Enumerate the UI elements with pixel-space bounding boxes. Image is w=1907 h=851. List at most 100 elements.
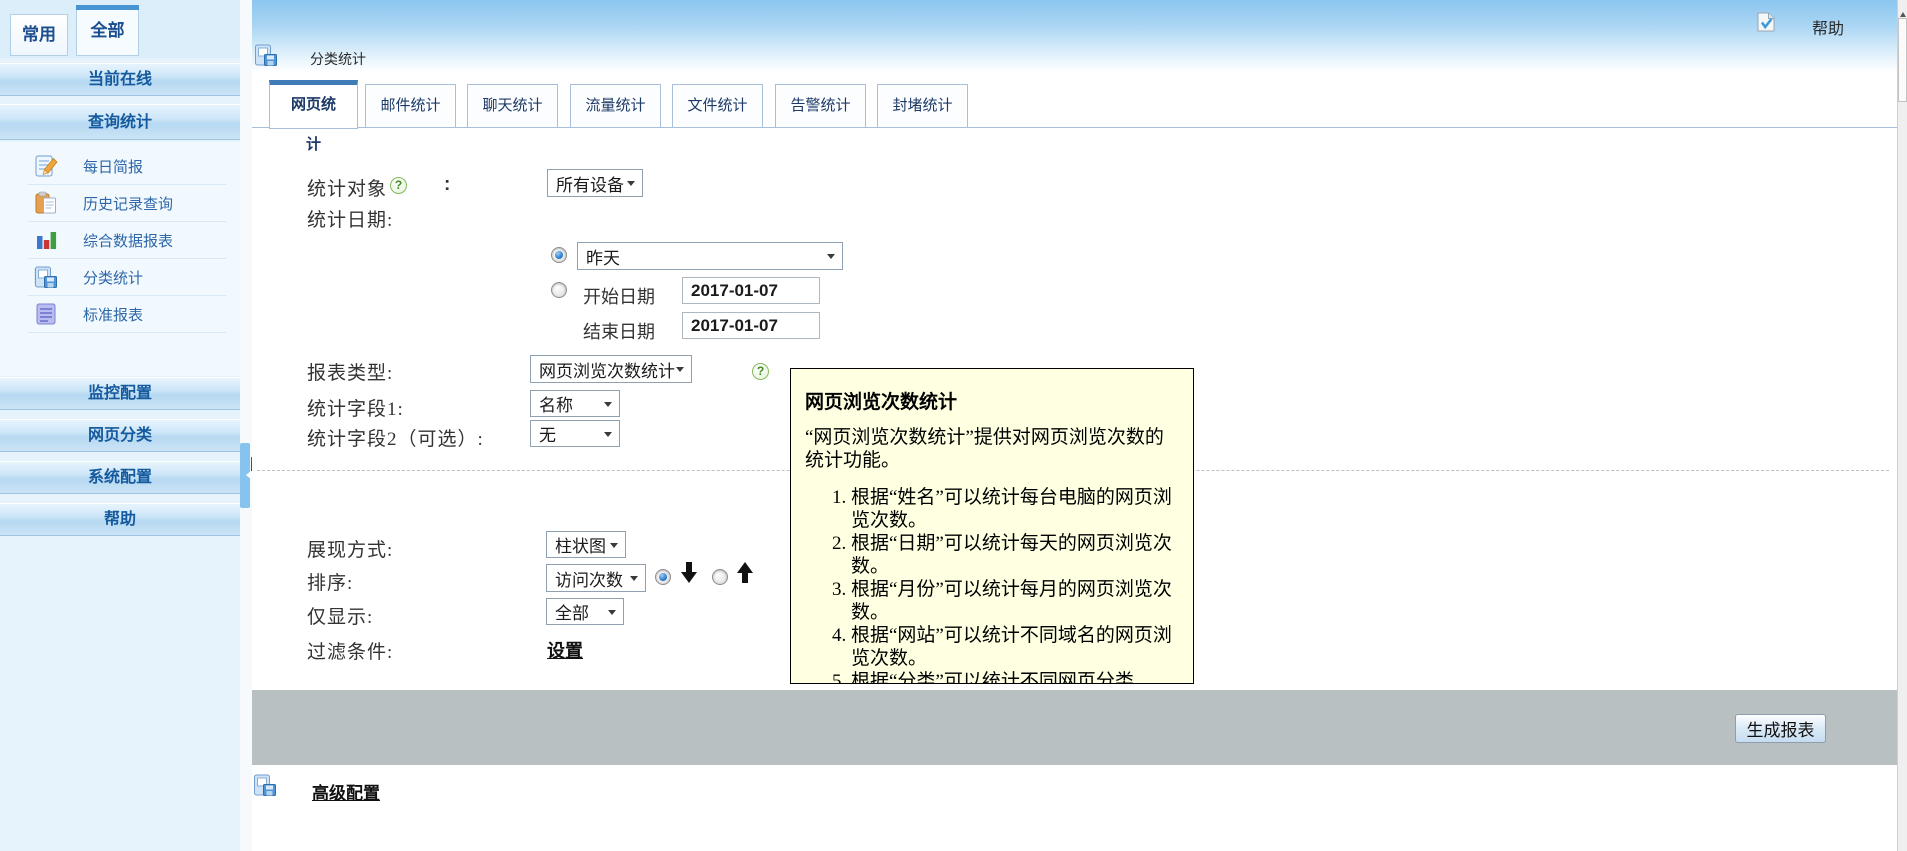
tooltip-list-item: 根据“网站”可以统计不同域名的网页浏览次数。 <box>851 624 1179 670</box>
active-tab-accent-bar <box>76 5 139 10</box>
arrow-up-icon <box>736 562 754 583</box>
display-mode-value: 柱状图 <box>555 532 606 557</box>
sidebar-item-history-query[interactable]: 历史记录查询 <box>0 185 240 222</box>
stat-date-label: 统计日期: <box>307 205 393 232</box>
sidebar-item-monitor-config[interactable]: 监控配置 <box>0 377 240 410</box>
chevron-down-icon <box>676 367 684 376</box>
filter-label: 过滤条件: <box>307 637 393 664</box>
end-date-input[interactable] <box>682 312 820 339</box>
field2-select[interactable]: 无 <box>530 420 620 447</box>
sidebar: 常用 全部 当前在线 查询统计 每日简报 历史记录查询 综合数据报表 <box>0 0 240 851</box>
date-quick-select[interactable]: 昨天 <box>577 242 843 270</box>
tooltip-body: “网页浏览次数统计”提供对网页浏览次数的统计功能。 <box>805 426 1179 472</box>
sort-asc-radio[interactable] <box>712 569 728 585</box>
report-type-value: 网页浏览次数统计 <box>539 357 675 382</box>
stat-object-select[interactable]: 所有设备 <box>547 169 643 197</box>
help-doc-icon[interactable] <box>1757 12 1775 32</box>
tooltip-list: 根据“姓名”可以统计每台电脑的网页浏览次数。 根据“日期”可以统计每天的网页浏览… <box>805 486 1179 684</box>
tab-traffic-stats[interactable]: 流量统计 <box>570 84 661 128</box>
tab-chat-stats[interactable]: 聊天统计 <box>467 84 558 128</box>
sidebar-tab-strip: 常用 全部 <box>0 0 240 58</box>
stat-object-label: 统计对象 <box>307 174 387 201</box>
top-banner <box>252 0 1897 72</box>
chevron-down-icon <box>608 610 616 619</box>
bar-chart-icon <box>33 227 59 253</box>
sidebar-item-category-stats[interactable]: 分类统计 <box>0 259 240 296</box>
tab-file-stats[interactable]: 文件统计 <box>672 84 763 128</box>
sidebar-item-query-stats[interactable]: 查询统计 <box>0 104 240 140</box>
sort-field-select[interactable]: 访问次数 <box>546 564 646 592</box>
start-date-label: 开始日期 <box>583 283 655 309</box>
sidebar-item-system-config[interactable]: 系统配置 <box>0 461 240 494</box>
sidebar-item-daily-report[interactable]: 每日简报 <box>0 148 240 185</box>
field1-select[interactable]: 名称 <box>530 390 620 417</box>
generate-report-button[interactable]: 生成报表 <box>1735 714 1826 743</box>
chevron-down-icon <box>630 576 638 585</box>
main-content: 分类统计 帮助 网页统计 邮件统计 聊天统计 流量统计 文件统计 告警统计 封堵… <box>252 0 1897 851</box>
daily-report-icon <box>33 153 59 179</box>
date-quick-radio[interactable] <box>551 247 567 263</box>
field1-label: 统计字段1: <box>307 394 404 421</box>
start-date-input[interactable] <box>682 277 820 304</box>
sort-desc-radio[interactable] <box>655 569 671 585</box>
tooltip-title: 网页浏览次数统计 <box>805 387 1179 414</box>
report-type-select[interactable]: 网页浏览次数统计 <box>530 355 692 383</box>
sidebar-item-standard-report[interactable]: 标准报表 <box>0 296 240 333</box>
field1-value: 名称 <box>539 391 573 416</box>
tab-web-stats[interactable]: 网页统计 <box>269 80 358 129</box>
tab-mail-stats[interactable]: 邮件统计 <box>365 84 456 128</box>
tooltip-list-item: 根据“姓名”可以统计每台电脑的网页浏览次数。 <box>851 486 1179 532</box>
sidebar-item-data-report[interactable]: 综合数据报表 <box>0 222 240 259</box>
filter-settings-link[interactable]: 设置 <box>547 637 583 663</box>
tooltip-list-item: 根据“日期”可以统计每天的网页浏览次数。 <box>851 532 1179 578</box>
advanced-config-link[interactable]: 高级配置 <box>312 779 380 804</box>
category-stats-icon <box>252 772 278 798</box>
scroll-up-icon[interactable] <box>1900 9 1906 17</box>
scrollbar-thumb[interactable] <box>1898 18 1907 102</box>
chevron-down-icon <box>610 543 618 552</box>
sidebar-tab-common[interactable]: 常用 <box>10 14 68 56</box>
sidebar-splitter[interactable] <box>240 0 252 851</box>
tab-alert-stats[interactable]: 告警统计 <box>775 84 866 128</box>
field2-label: 统计字段2（可选）: <box>307 424 484 451</box>
collapse-arrow-icon <box>242 471 251 479</box>
splitter-collapse-handle[interactable] <box>240 443 250 508</box>
chevron-down-icon <box>604 402 612 411</box>
sidebar-item-label: 分类统计 <box>83 267 143 288</box>
sidebar-item-label: 综合数据报表 <box>83 230 173 251</box>
help-circle-icon[interactable]: ? <box>752 363 769 380</box>
chevron-down-icon <box>627 181 635 190</box>
display-mode-label: 展现方式: <box>307 535 393 562</box>
field2-value: 无 <box>539 421 556 446</box>
chevron-down-icon <box>604 432 612 441</box>
help-tooltip: 网页浏览次数统计 “网页浏览次数统计”提供对网页浏览次数的统计功能。 根据“姓名… <box>790 368 1194 684</box>
sidebar-item-current-online[interactable]: 当前在线 <box>0 63 240 96</box>
history-search-icon <box>33 190 59 216</box>
help-link[interactable]: 帮助 <box>1812 15 1844 39</box>
vertical-scrollbar[interactable] <box>1897 0 1907 851</box>
tooltip-list-item: 根据“月份”可以统计每月的网页浏览次数。 <box>851 578 1179 624</box>
end-date-label: 结束日期 <box>583 318 655 344</box>
date-quick-value: 昨天 <box>586 244 620 269</box>
category-stats-icon <box>33 264 59 290</box>
tab-block-stats[interactable]: 封堵统计 <box>877 84 968 128</box>
sidebar-item-label: 标准报表 <box>83 304 143 325</box>
help-circle-icon[interactable]: ? <box>390 177 407 194</box>
sidebar-item-label: 历史记录查询 <box>83 193 173 214</box>
display-mode-select[interactable]: 柱状图 <box>546 531 626 558</box>
page-title: 分类统计 <box>310 49 366 69</box>
only-show-select[interactable]: 全部 <box>546 598 624 625</box>
content-tab-bar: 网页统计 邮件统计 聊天统计 流量统计 文件统计 告警统计 封堵统计 <box>252 80 1897 128</box>
sidebar-item-label: 每日简报 <box>83 156 143 177</box>
divider <box>28 332 226 333</box>
date-range-radio[interactable] <box>551 282 567 298</box>
sort-field-value: 访问次数 <box>555 566 623 591</box>
sidebar-item-web-category[interactable]: 网页分类 <box>0 419 240 452</box>
report-type-label: 报表类型: <box>307 358 393 385</box>
document-icon <box>33 301 59 327</box>
sidebar-tab-all[interactable]: 全部 <box>76 10 139 56</box>
category-stats-icon <box>253 42 279 68</box>
sidebar-item-help[interactable]: 帮助 <box>0 503 240 536</box>
sidebar-tab-all-label: 全部 <box>91 21 125 40</box>
stat-object-colon: : <box>444 174 450 196</box>
